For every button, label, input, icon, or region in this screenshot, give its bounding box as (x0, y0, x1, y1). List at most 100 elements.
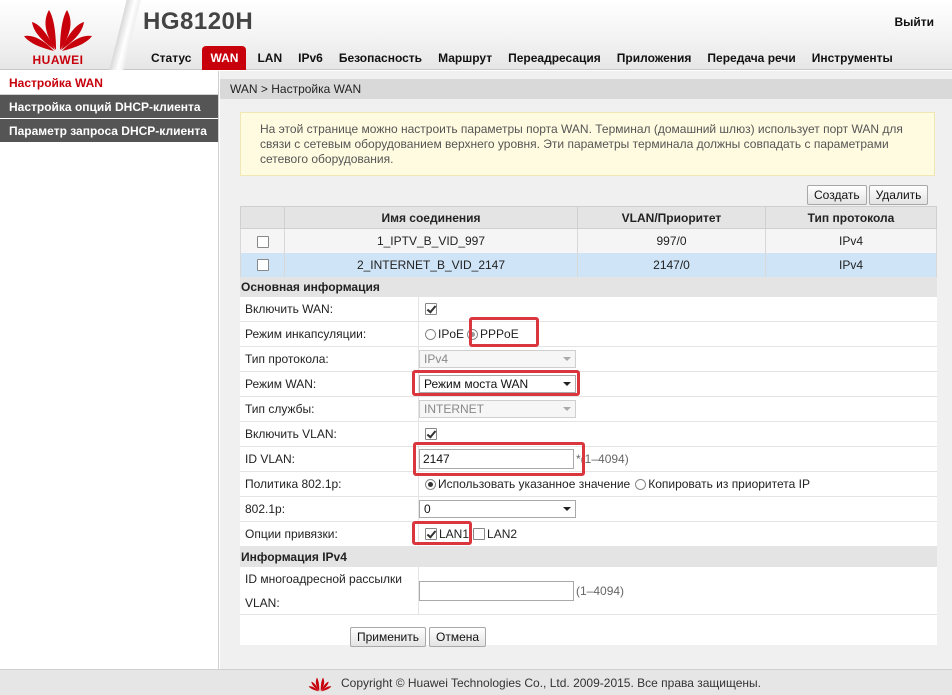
row-select-cell (240, 228, 285, 253)
row-protocol-type: Тип протокола: IPv4 (240, 347, 937, 372)
row-service-type: Тип службы: INTERNET (240, 397, 937, 422)
policy-specified-radio[interactable] (425, 478, 436, 490)
footer: Copyright © Huawei Technologies Co., Ltd… (0, 669, 952, 695)
nav-tab-security[interactable]: Безопасность (331, 46, 430, 70)
service-select-value: INTERNET (424, 402, 484, 416)
enable-wan-checkbox[interactable] (425, 303, 437, 315)
main-nav: Статус WAN LAN IPv6 Безопасность Маршрут… (143, 46, 901, 70)
sidebar: Настройка WAN Настройка опций DHCP-клиен… (0, 71, 219, 669)
nav-tab-route[interactable]: Маршрут (430, 46, 500, 70)
huawei-flower-icon (308, 677, 332, 692)
wan-mode-select-value: Режим моста WAN (424, 377, 529, 391)
sidebar-item-dhcp-request[interactable]: Параметр запроса DHCP-клиента (0, 119, 218, 143)
info-panel: На этой странице можно настроить парамет… (240, 112, 935, 176)
nav-tab-wan[interactable]: WAN (202, 46, 247, 70)
proto-value: IPv4 (419, 347, 937, 371)
enable-vlan-label: Включить VLAN: (240, 422, 419, 446)
header: HUAWEI HG8120H Выйти Статус WAN LAN IPv6… (0, 0, 952, 70)
nav-tab-status[interactable]: Статус (143, 46, 199, 70)
mcast-vlan-hint: (1–4094) (576, 583, 625, 598)
copyright-text: Copyright © Huawei Technologies Co., Ltd… (341, 676, 761, 690)
binding-label: Опции привязки: (240, 522, 419, 546)
enable-vlan-checkbox[interactable] (425, 428, 437, 440)
proto-select-value: IPv4 (424, 352, 449, 366)
nav-tab-applications[interactable]: Приложения (609, 46, 700, 70)
encap-pppoe-label: PPPoE (480, 327, 519, 341)
lan2-label: LAN2 (487, 527, 518, 541)
row-vlan-id: ID VLAN: *(1–4094) (240, 442, 937, 476)
chevron-down-icon (563, 382, 571, 386)
nav-tab-ipv6[interactable]: IPv6 (290, 46, 331, 70)
row-multicast-vlan: ID многоадресной рассылки VLAN: (1–4094) (240, 567, 937, 615)
row-checkbox[interactable] (256, 259, 269, 272)
header-divider (109, 0, 141, 70)
chevron-down-icon (563, 407, 571, 411)
nav-tab-tools[interactable]: Инструменты (804, 46, 901, 70)
encap-pppoe-radio[interactable] (467, 328, 479, 340)
enable-wan-label: Включить WAN: (240, 297, 419, 321)
policy-value: Использовать указанное значение Копирова… (419, 472, 937, 496)
encap-ipoe-radio[interactable] (425, 328, 436, 340)
table-toolbar: Создать Удалить (807, 185, 929, 205)
lan2-checkbox[interactable] (473, 528, 486, 540)
vlan-id-input[interactable] (419, 449, 574, 469)
huawei-logo: HUAWEI (22, 6, 94, 67)
mcast-vlan-input[interactable] (419, 580, 574, 601)
lan1-label: LAN1 (439, 527, 470, 541)
policy-specified-label: Использовать указанное значение (438, 477, 631, 491)
mcast-value: (1–4094) (419, 567, 937, 614)
binding-value: LAN1 LAN2 (412, 521, 937, 546)
sidebar-item-dhcp-options[interactable]: Настройка опций DHCP-клиента (0, 95, 218, 119)
wan-config-form: Основная информация Включить WAN: Режим … (240, 277, 937, 645)
vlan-id-hint: *(1–4094) (576, 452, 629, 466)
policy-copy-label: Копировать из приоритета IP (648, 477, 810, 491)
logout-link[interactable]: Выйти (894, 15, 934, 29)
form-actions: Применить Отмена (350, 627, 487, 647)
p8021-value: 0 (419, 497, 937, 521)
wan-mode-select[interactable]: Режим моста WAN (419, 375, 576, 393)
section-basic-info: Основная информация (240, 277, 937, 297)
column-header-vlan: VLAN/Приоритет (577, 206, 766, 229)
service-value: INTERNET (419, 397, 937, 421)
create-button[interactable]: Создать (807, 185, 867, 205)
form-actions-spacer (240, 615, 937, 645)
chevron-down-icon (563, 507, 571, 511)
row-enable-vlan: Включить VLAN: (240, 422, 937, 447)
p8021-select[interactable]: 0 (419, 500, 576, 518)
row-8021p: 802.1p: 0 (240, 497, 937, 522)
nav-tab-forwarding[interactable]: Переадресация (500, 46, 609, 70)
connection-vlan: 2147/0 (577, 252, 766, 277)
row-8021p-policy: Политика 802.1p: Использовать указанное … (240, 472, 937, 497)
row-select-cell (240, 252, 285, 277)
row-checkbox[interactable] (256, 235, 269, 248)
delete-button[interactable]: Удалить (868, 185, 929, 205)
p8021-label: 802.1p: (240, 497, 419, 521)
enable-wan-value (419, 297, 937, 321)
table-row[interactable]: 2_INTERNET_B_VID_2147 2147/0 IPv4 (240, 252, 937, 277)
select-column-header (240, 206, 285, 229)
row-enable-wan: Включить WAN: (240, 297, 937, 322)
policy-copy-radio[interactable] (635, 478, 647, 490)
sidebar-item-wan-config[interactable]: Настройка WAN (0, 71, 218, 95)
breadcrumb: WAN > Настройка WAN (220, 79, 952, 99)
main-content: WAN > Настройка WAN На этой странице мож… (220, 71, 952, 669)
table-row[interactable]: 1_IPTV_B_VID_997 997/0 IPv4 (240, 228, 937, 253)
proto-select[interactable]: IPv4 (419, 350, 576, 368)
connection-name: 1_IPTV_B_VID_997 (284, 228, 578, 253)
vlan-id-label: ID VLAN: (240, 447, 419, 471)
service-select[interactable]: INTERNET (419, 400, 576, 418)
connection-name: 2_INTERNET_B_VID_2147 (284, 252, 578, 277)
row-wan-mode: Режим WAN: Режим моста WAN (240, 370, 937, 397)
cancel-button[interactable]: Отмена (429, 627, 487, 647)
device-model: HG8120H (143, 8, 254, 35)
p8021-select-value: 0 (424, 502, 431, 516)
column-header-protocol: Тип протокола (765, 206, 937, 229)
enable-vlan-value (419, 422, 937, 446)
apply-button[interactable]: Применить (350, 627, 427, 647)
nav-tab-lan[interactable]: LAN (249, 46, 290, 70)
proto-label: Тип протокола: (240, 347, 419, 371)
nav-tab-voice[interactable]: Передача речи (699, 46, 803, 70)
row-binding: Опции привязки: LAN1 LAN2 (240, 521, 937, 547)
lan1-checkbox[interactable] (425, 528, 437, 540)
encap-label: Режим инкапсуляции: (240, 322, 419, 346)
